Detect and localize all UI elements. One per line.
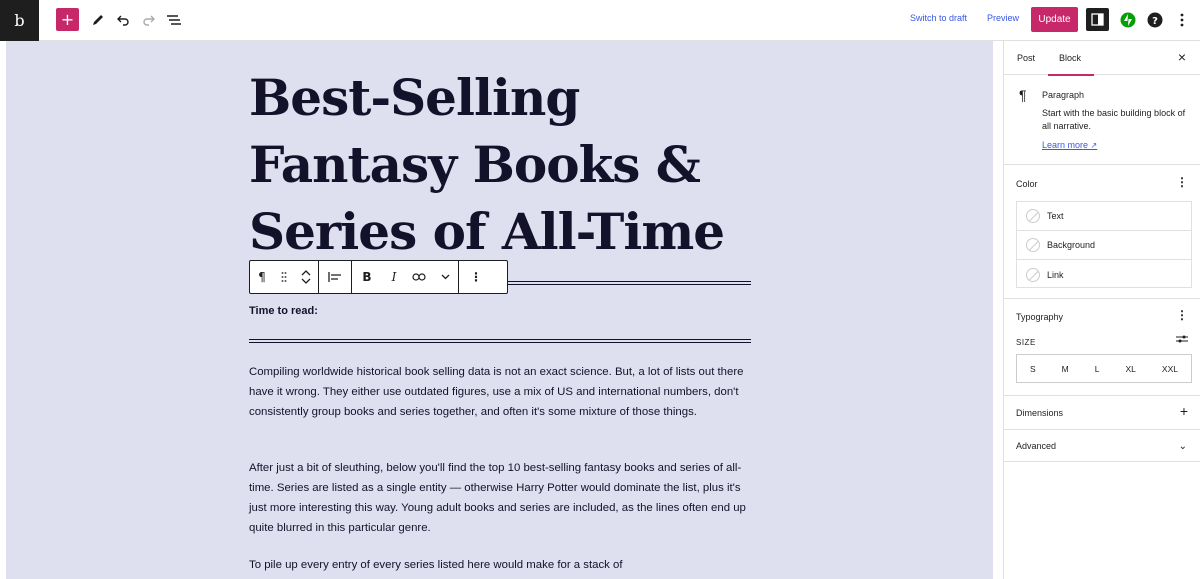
color-swatch (1026, 238, 1040, 252)
advanced-panel-title[interactable]: Advanced (1016, 441, 1056, 451)
color-item-label: Text (1047, 211, 1064, 221)
panel-divider (1004, 461, 1200, 462)
redo-icon (143, 15, 155, 26)
editor-canvas[interactable]: Best-Selling Fantasy Books & Series of A… (6, 41, 993, 579)
jetpack-icon (1120, 12, 1136, 28)
time-to-read[interactable]: Time to read: (249, 305, 318, 317)
edit-tools-button[interactable] (88, 8, 108, 32)
color-options-icon[interactable]: ⋮ (1176, 175, 1188, 189)
settings-sidebar: Post Block × ¶ Paragraph Start with the … (1003, 41, 1200, 579)
color-swatch (1026, 209, 1040, 223)
block-toolbar-group-format: B I (352, 261, 459, 293)
link-icon (412, 273, 426, 281)
top-toolbar: b + Switch to draft Preview Update ? (0, 0, 1200, 41)
add-block-icon: + (60, 10, 75, 29)
jetpack-button[interactable] (1118, 8, 1138, 32)
list-view-button[interactable] (164, 8, 184, 32)
external-link-icon: ↗ (1090, 141, 1098, 150)
color-item-background[interactable]: Background (1017, 231, 1191, 260)
separator-bottom[interactable] (249, 339, 751, 343)
size-label: SIZE (1016, 338, 1036, 347)
settings-toggle-button[interactable] (1086, 8, 1109, 31)
redo-button[interactable] (139, 8, 159, 32)
size-option-xxl[interactable]: XXL (1162, 364, 1178, 374)
tab-post[interactable]: Post (1017, 53, 1035, 63)
typography-options-icon[interactable]: ⋮ (1176, 308, 1188, 322)
paragraph-icon: ¶ (1019, 87, 1027, 103)
size-option-l[interactable]: L (1095, 364, 1100, 374)
list-view-icon (167, 15, 181, 25)
color-swatch (1026, 267, 1040, 282)
size-option-s[interactable]: S (1030, 364, 1036, 374)
block-toolbar-group-block: ¶ (250, 261, 319, 293)
block-card-description: Start with the basic building block of a… (1042, 108, 1186, 131)
options-icon (1180, 13, 1184, 27)
add-block-button[interactable]: + (56, 8, 79, 31)
more-formats-button[interactable] (432, 261, 458, 293)
sidebar-icon (1091, 13, 1104, 26)
color-panel-title[interactable]: Color (1016, 179, 1038, 189)
learn-more-link[interactable]: Learn more ↗ (1042, 140, 1097, 150)
move-up-down-button[interactable] (294, 261, 318, 293)
chevron-down-icon[interactable]: ⌄ (1179, 441, 1187, 452)
block-card-title: Paragraph (1042, 90, 1085, 100)
preview-button[interactable]: Preview (987, 13, 1019, 23)
post-title[interactable]: Best-Selling Fantasy Books & Series of A… (249, 64, 769, 265)
link-button[interactable] (406, 261, 432, 293)
align-left-icon (328, 272, 341, 282)
block-options-button[interactable]: ⋮ (459, 261, 493, 293)
bold-button[interactable]: B (352, 261, 382, 293)
chevron-down-icon (441, 274, 449, 280)
dimensions-panel-title[interactable]: Dimensions (1016, 408, 1063, 418)
color-item-link[interactable]: Link (1017, 260, 1191, 289)
align-button[interactable] (319, 261, 351, 293)
paragraph-2[interactable]: After just a bit of sleuthing, below you… (249, 458, 755, 538)
site-icon[interactable]: b (0, 0, 39, 41)
switch-to-draft-button[interactable]: Switch to draft (910, 13, 967, 23)
color-item-label: Link (1047, 269, 1064, 280)
italic-button[interactable]: I (382, 261, 406, 293)
italic-icon: I (391, 270, 397, 284)
tab-block[interactable]: Block (1047, 53, 1095, 76)
paragraph-3[interactable]: To pile up every entry of every series l… (249, 555, 755, 575)
svg-text:?: ? (1152, 16, 1158, 27)
paragraph-1[interactable]: Compiling worldwide historical book sell… (249, 362, 755, 422)
plus-icon[interactable]: + (1180, 403, 1188, 419)
color-item-text[interactable]: Text (1017, 202, 1191, 231)
sidebar-tabs: Post Block × (1004, 41, 1200, 76)
options-button[interactable] (1172, 8, 1192, 32)
undo-icon (117, 15, 129, 26)
block-toolbar-group-options: ⋮ (459, 261, 493, 293)
block-toolbar: ¶ B I ⋮ (249, 260, 508, 294)
undo-button[interactable] (113, 8, 133, 32)
size-option-m[interactable]: M (1062, 364, 1069, 374)
block-toolbar-group-align (319, 261, 352, 293)
learn-more-label: Learn more (1042, 140, 1089, 150)
font-size-toggle: S M L XL XXL (1016, 354, 1192, 383)
paragraph-type-button[interactable]: ¶ (250, 261, 274, 293)
drag-handle-icon (281, 272, 287, 282)
kebab-icon: ⋮ (470, 270, 482, 284)
chevron-down-icon (301, 278, 311, 284)
help-icon: ? (1147, 12, 1163, 28)
panel-divider (1004, 429, 1200, 430)
drag-handle[interactable] (274, 261, 294, 293)
chevron-up-icon (301, 270, 311, 276)
color-list: Text Background Link (1016, 201, 1192, 288)
panel-divider (1004, 395, 1200, 396)
help-button[interactable]: ? (1145, 8, 1165, 32)
size-option-xl[interactable]: XL (1126, 364, 1136, 374)
update-button[interactable]: Update (1031, 7, 1078, 32)
site-logo-glyph: b (14, 11, 25, 30)
pencil-icon (93, 15, 103, 25)
bold-icon: B (362, 270, 372, 284)
separator-top[interactable] (505, 281, 751, 285)
panel-divider (1004, 298, 1200, 299)
color-item-label: Background (1047, 240, 1096, 250)
close-icon[interactable]: × (1178, 49, 1186, 65)
block-card: ¶ Paragraph Start with the basic buildin… (1004, 75, 1200, 165)
typography-panel-title[interactable]: Typography (1016, 312, 1063, 322)
paragraph-icon: ¶ (258, 270, 266, 284)
custom-size-icon[interactable] (1176, 334, 1188, 347)
